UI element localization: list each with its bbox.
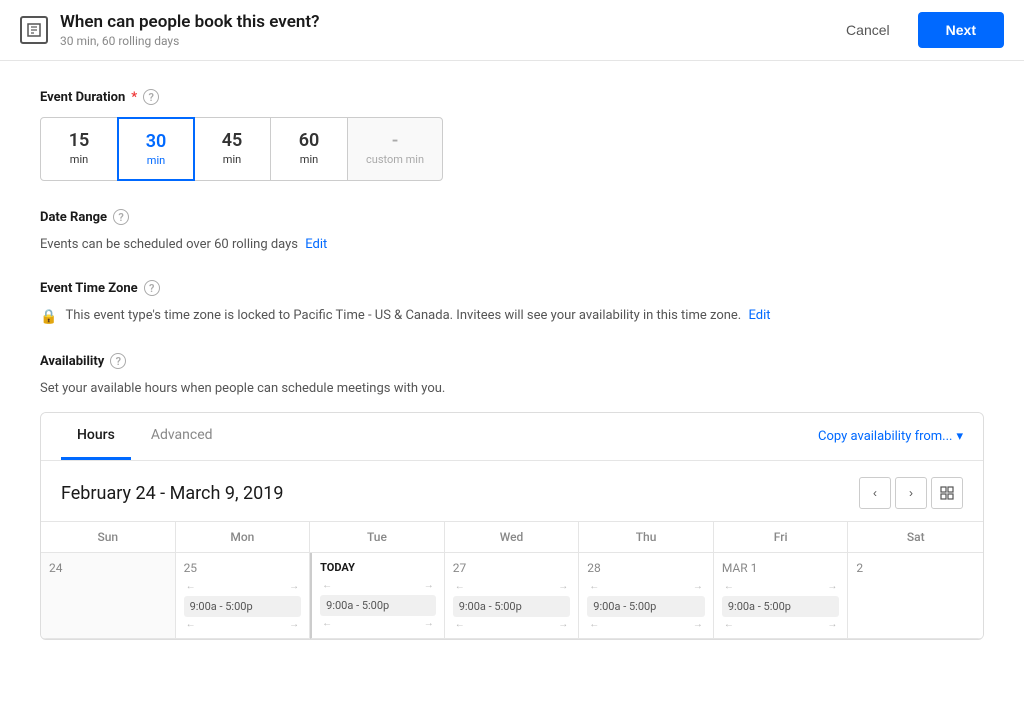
slot-wrapper-27: ← → 9:00a - 5:00p ← → [453,581,571,630]
event-duration-help-icon[interactable]: ? [143,89,159,105]
calendar-cell-28: 28 ← → 9:00a - 5:00p ← → [579,553,714,639]
event-duration-section: Event Duration * ? 15 min 30 min 45 min … [40,89,984,181]
lock-icon: 🔒 [40,309,57,325]
header-actions: Cancel Next [830,12,1004,48]
day-header-mon: Mon [176,522,311,552]
cell-date-25: 25 [184,561,302,575]
slot-wrapper-28: ← → 9:00a - 5:00p ← → [587,581,705,630]
time-slot-25[interactable]: 9:00a - 5:00p [184,596,302,617]
cell-date-2: 2 [856,561,975,575]
arrow-right-bot-25: → [289,619,299,630]
tabs-left: Hours Advanced [61,413,233,460]
slot-wrapper-25: ← → 9:00a - 5:00p ← → [184,581,302,630]
cell-date-24: 24 [49,561,167,575]
calendar-nav: ‹ › [859,477,963,509]
time-slot-27[interactable]: 9:00a - 5:00p [453,596,571,617]
day-header-thu: Thu [579,522,714,552]
cell-date-27: 27 [453,561,571,575]
availability-description: Set your available hours when people can… [40,381,984,396]
event-time-zone-help-icon[interactable]: ? [144,280,160,296]
date-range-text: Events can be scheduled over 60 rolling … [40,237,984,252]
tab-hours[interactable]: Hours [61,413,131,460]
arrow-row-bot-25: ← → [184,619,302,630]
day-header-fri: Fri [714,522,849,552]
event-duration-label: Event Duration * ? [40,89,984,105]
tabs-bar: Hours Advanced Copy availability from...… [41,413,983,461]
time-slot-28[interactable]: 9:00a - 5:00p [587,596,705,617]
slot-wrapper-mar1: ← → 9:00a - 5:00p ← → [722,581,840,630]
arrow-left-today: ← [322,580,332,591]
day-header-sat: Sat [848,522,983,552]
header-title-block: When can people book this event? 30 min,… [60,12,319,48]
timezone-edit-link[interactable]: Edit [748,308,770,323]
main-content: Event Duration * ? 15 min 30 min 45 min … [0,61,1024,696]
availability-help-icon[interactable]: ? [110,353,126,369]
calendar-cell-today: TODAY ← → 9:00a - 5:00p ← → [310,553,445,639]
calendar-title: February 24 - March 9, 2019 [61,483,283,504]
header-left: When can people book this event? 30 min,… [20,12,319,48]
page-title: When can people book this event? [60,12,319,32]
date-range-edit-link[interactable]: Edit [305,237,327,252]
calendar-cell-mar1: MAR 1 ← → 9:00a - 5:00p ← → [714,553,849,639]
calendar-cell-2: 2 [848,553,983,639]
calendar-grid: Sun Mon Tue Wed Thu Fri Sat 24 25 [41,521,983,639]
timezone-row: 🔒 This event type's time zone is locked … [40,308,984,325]
arrow-left-bot-25: ← [186,619,196,630]
availability-label: Availability ? [40,353,984,369]
time-slot-mar1[interactable]: 9:00a - 5:00p [722,596,840,617]
date-range-section: Date Range ? Events can be scheduled ove… [40,209,984,252]
time-slot-text-28: 9:00a - 5:00p [593,600,656,613]
time-slot-today[interactable]: 9:00a - 5:00p [320,595,436,616]
chevron-down-icon: ▾ [956,429,963,444]
timezone-description: This event type's time zone is locked to… [65,308,770,323]
cancel-button[interactable]: Cancel [830,14,906,46]
tab-advanced[interactable]: Advanced [135,413,229,460]
calendar-cell-24: 24 [41,553,176,639]
cell-date-today: TODAY [320,561,436,574]
duration-60[interactable]: 60 min [270,117,348,181]
calendar-cells: 24 25 ← → 9:00a - 5:00p [41,553,983,639]
availability-section: Availability ? Set your available hours … [40,353,984,640]
duration-options: 15 min 30 min 45 min 60 min - custom min [40,117,984,181]
arrow-right-today: → [424,580,434,591]
date-range-help-icon[interactable]: ? [113,209,129,225]
duration-30[interactable]: 30 min [117,117,195,181]
day-header-sun: Sun [41,522,176,552]
next-period-button[interactable]: › [895,477,927,509]
arrow-right-25: → [289,581,299,592]
calendar-header: February 24 - March 9, 2019 ‹ › [41,461,983,521]
duration-custom[interactable]: - custom min [347,117,443,181]
calendar-view-button[interactable] [931,477,963,509]
availability-card: Hours Advanced Copy availability from...… [40,412,984,640]
time-slot-text-mar1: 9:00a - 5:00p [728,600,791,613]
calendar-cell-25: 25 ← → 9:00a - 5:00p ← → [176,553,311,639]
day-header-wed: Wed [445,522,580,552]
page-subtitle: 30 min, 60 rolling days [60,34,319,48]
day-headers: Sun Mon Tue Wed Thu Fri Sat [41,522,983,553]
event-icon [20,16,48,44]
duration-45[interactable]: 45 min [193,117,271,181]
prev-period-button[interactable]: ‹ [859,477,891,509]
arrow-row-top-25: ← → [184,581,302,592]
date-range-label: Date Range ? [40,209,984,225]
page-header: When can people book this event? 30 min,… [0,0,1024,61]
copy-availability-button[interactable]: Copy availability from... ▾ [818,429,963,444]
cell-date-mar1: MAR 1 [722,561,840,575]
next-button[interactable]: Next [918,12,1004,48]
time-slot-text-27: 9:00a - 5:00p [459,600,522,613]
time-slot-text-25: 9:00a - 5:00p [190,600,253,613]
slot-wrapper-today: ← → 9:00a - 5:00p ← → [320,580,436,629]
cell-date-28: 28 [587,561,705,575]
day-header-tue: Tue [310,522,445,552]
calendar-cell-27: 27 ← → 9:00a - 5:00p ← → [445,553,580,639]
event-time-zone-section: Event Time Zone ? 🔒 This event type's ti… [40,280,984,325]
event-time-zone-label: Event Time Zone ? [40,280,984,296]
arrow-left-25: ← [186,581,196,592]
time-slot-text-today: 9:00a - 5:00p [326,599,389,612]
duration-15[interactable]: 15 min [40,117,118,181]
